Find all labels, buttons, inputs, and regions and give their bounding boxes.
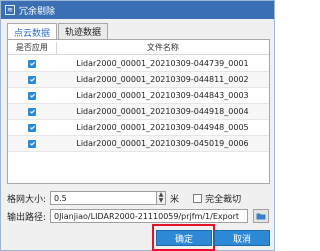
apply-checkbox[interactable]: [28, 123, 36, 132]
apply-checkbox[interactable]: [28, 59, 36, 68]
table-row[interactable]: Lidar2000_00001_20210309-044843_0003: [8, 88, 269, 104]
check-icon: [29, 61, 35, 66]
table-row[interactable]: Lidar2000_00001_20210309-044948_0005: [8, 120, 269, 136]
apply-cell: [8, 91, 56, 100]
ok-button[interactable]: 确定: [156, 230, 212, 246]
check-icon: [29, 125, 35, 130]
apply-checkbox[interactable]: [28, 139, 36, 148]
title-bar[interactable]: ≋ 冗余剔除: [1, 1, 274, 19]
output-path-row: 输出路径: 0Jianjiao/LIDAR2000-21110059/prjfm…: [7, 209, 270, 223]
grid-size-label: 格网大小:: [7, 194, 47, 205]
check-icon: [29, 93, 35, 98]
table-row[interactable]: Lidar2000_00001_20210309-044918_0004: [8, 104, 269, 120]
check-icon: [29, 77, 35, 82]
apply-cell: [8, 139, 56, 148]
tab-strip: 点云数据 轨迹数据: [7, 23, 109, 40]
folder-icon: [256, 213, 266, 220]
grid-header: 是否应用 文件名称: [8, 42, 269, 55]
file-list-panel: 是否应用 文件名称 Lidar2000_00001_20210309-04473…: [7, 39, 270, 184]
window-title: 冗余剔除: [19, 6, 56, 17]
grid-size-spinner[interactable]: ▲ ▼: [157, 191, 167, 205]
tab-point-cloud[interactable]: 点云数据: [7, 23, 58, 40]
filename-cell: Lidar2000_00001_20210309-044918_0004: [76, 107, 249, 116]
app-icon: ≋: [5, 5, 15, 15]
full-clip-checkbox[interactable]: [193, 193, 203, 203]
filename-cell: Lidar2000_00001_20210309-044843_0003: [76, 91, 249, 100]
apply-cell: [8, 107, 56, 116]
apply-cell: [8, 59, 56, 68]
filename-cell: Lidar2000_00001_20210309-045019_0006: [76, 139, 249, 148]
grid-size-input[interactable]: 0.5: [50, 191, 158, 205]
redundancy-removal-dialog: ≋ 冗余剔除 点云数据 轨迹数据 是否应用 文件名称 Lidar2000_000…: [0, 0, 275, 251]
file-rows: Lidar2000_00001_20210309-044739_0001 Lid…: [8, 56, 269, 152]
apply-cell: [8, 75, 56, 84]
filename-cell: Lidar2000_00001_20210309-044811_0002: [76, 75, 249, 84]
table-row[interactable]: Lidar2000_00001_20210309-045019_0006: [8, 136, 269, 152]
header-filename[interactable]: 文件名称: [57, 42, 269, 54]
filename-cell: Lidar2000_00001_20210309-044948_0005: [76, 123, 249, 132]
filename-cell: Lidar2000_00001_20210309-044739_0001: [76, 59, 249, 68]
table-row[interactable]: Lidar2000_00001_20210309-044739_0001: [8, 56, 269, 72]
check-icon: [29, 109, 35, 114]
unit-label: 米: [170, 194, 180, 205]
cancel-button[interactable]: 取消: [214, 230, 270, 246]
output-path-label: 输出路径:: [7, 212, 47, 223]
grid-size-row: 格网大小: 0.5 ▲ ▼ 米 完全裁切: [7, 191, 241, 205]
spin-down-icon[interactable]: ▼: [157, 198, 165, 204]
check-icon: [29, 141, 35, 146]
full-clip-label[interactable]: 完全裁切: [205, 192, 241, 205]
tab-trajectory[interactable]: 轨迹数据: [58, 23, 109, 39]
output-path-input[interactable]: 0Jianjiao/LIDAR2000-21110059/prjfm/1/Exp…: [50, 209, 249, 223]
apply-checkbox[interactable]: [28, 91, 36, 100]
apply-checkbox[interactable]: [28, 107, 36, 116]
browse-folder-button[interactable]: [253, 209, 270, 223]
apply-cell: [8, 123, 56, 132]
apply-checkbox[interactable]: [28, 75, 36, 84]
header-apply[interactable]: 是否应用: [8, 42, 57, 54]
table-row[interactable]: Lidar2000_00001_20210309-044811_0002: [8, 72, 269, 88]
